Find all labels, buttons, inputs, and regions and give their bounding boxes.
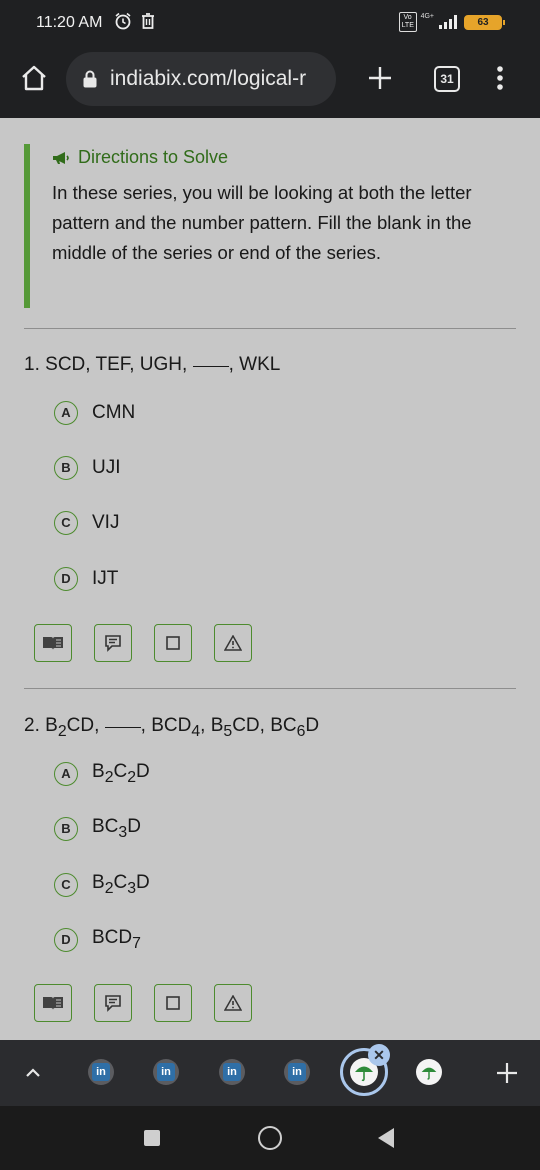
answer-blank <box>192 366 229 367</box>
question-2: 2. B2CD, , BCD4, B5CD, BC6D <box>24 715 319 741</box>
option-text: CMN <box>92 402 136 423</box>
option-letter: D <box>54 928 78 952</box>
option-text: IJT <box>92 568 119 589</box>
alarm-icon <box>115 12 131 30</box>
home-nav-button[interactable] <box>258 1126 282 1150</box>
warning-icon <box>224 995 242 1011</box>
option-d[interactable]: D IJT <box>54 566 118 592</box>
discuss-button[interactable] <box>94 624 132 662</box>
terms-rest: , BCD4, B5CD, BC6D <box>140 715 320 740</box>
comment-icon <box>105 635 121 652</box>
option-letter: A <box>54 762 78 786</box>
book-icon <box>43 997 63 1010</box>
directions-box: Directions to Solve In these series, you… <box>24 144 494 308</box>
system-nav-bar <box>0 1106 540 1170</box>
megaphone-icon <box>53 151 69 164</box>
question-1-tools <box>34 624 252 662</box>
option-b[interactable]: B UJI <box>54 455 121 481</box>
linkedin-icon: in <box>92 1063 110 1081</box>
tab-switcher-button[interactable]: 31 <box>434 66 460 92</box>
plus-icon[interactable] <box>364 62 396 94</box>
signal-icon <box>439 15 457 29</box>
question-text-start: SCD, TEF, UGH, <box>45 354 188 375</box>
question-2-tools <box>34 984 252 1022</box>
plus-icon[interactable] <box>494 1060 520 1086</box>
question-number: 1. <box>24 354 40 375</box>
status-icons-right: Vo LTE 4G+ 63 <box>398 12 505 32</box>
option-text: B2C3D <box>92 872 150 897</box>
network-type: 4G+ <box>420 12 434 20</box>
book-icon <box>43 637 63 650</box>
linkedin-icon: in <box>223 1063 241 1081</box>
overflow-menu-icon[interactable] <box>490 62 510 94</box>
linkedin-icon: in <box>288 1063 306 1081</box>
comment-icon <box>105 995 121 1012</box>
option-c[interactable]: C B2C3D <box>54 872 150 898</box>
linkedin-icon: in <box>157 1063 175 1081</box>
term-1: B2CD, <box>45 715 100 740</box>
recents-button[interactable] <box>144 1130 160 1146</box>
chevron-up-icon[interactable] <box>22 1062 44 1084</box>
option-a[interactable]: A B2C2D <box>54 761 150 787</box>
status-time: 11:20 AM <box>36 14 103 31</box>
trash-icon <box>142 13 154 29</box>
option-text: B2C2D <box>92 761 150 786</box>
tab-indiabix-2[interactable] <box>416 1059 442 1085</box>
report-button[interactable] <box>214 624 252 662</box>
option-text: UJI <box>92 457 121 478</box>
directions-title-text: Directions to Solve <box>78 147 229 167</box>
option-b[interactable]: B BC3D <box>54 816 141 842</box>
back-button[interactable] <box>378 1128 394 1148</box>
question-text-end: , WKL <box>228 354 281 375</box>
workspace-button[interactable] <box>154 984 192 1022</box>
option-text: BC3D <box>92 816 141 841</box>
option-letter: B <box>54 456 78 480</box>
option-letter: D <box>54 567 78 591</box>
book-button[interactable] <box>34 624 72 662</box>
option-d[interactable]: D BCD7 <box>54 927 141 953</box>
option-c[interactable]: C VIJ <box>54 510 119 536</box>
status-bar: 11:20 AM Vo LTE 4G+ 63 <box>0 0 540 46</box>
home-icon[interactable] <box>18 62 50 94</box>
tab-strip: in in in in ✕ <box>0 1040 540 1106</box>
option-letter: C <box>54 873 78 897</box>
book-button[interactable] <box>34 984 72 1022</box>
divider <box>24 688 516 689</box>
question-number: 2. <box>24 715 40 736</box>
battery-indicator: 63 <box>464 14 505 30</box>
answer-blank <box>104 727 141 728</box>
directions-title: Directions to Solve <box>52 147 494 168</box>
tab-linkedin-2[interactable]: in <box>153 1059 179 1085</box>
browser-toolbar: indiabix.com/logical-r 31 <box>0 46 540 118</box>
option-a[interactable]: A CMN <box>54 400 135 426</box>
status-icons-left <box>114 12 156 30</box>
report-button[interactable] <box>214 984 252 1022</box>
option-text: BCD7 <box>92 927 141 952</box>
lock-icon <box>83 70 97 88</box>
page-content: Directions to Solve In these series, you… <box>0 118 540 1040</box>
divider <box>24 328 516 329</box>
tab-linkedin-3[interactable]: in <box>219 1059 245 1085</box>
square-icon <box>166 636 180 650</box>
directions-text: In these series, you will be looking at … <box>52 182 472 263</box>
option-letter: C <box>54 511 78 535</box>
close-tab-icon[interactable]: ✕ <box>368 1044 390 1066</box>
url-text: indiabix.com/logical-r <box>110 67 307 90</box>
option-letter: B <box>54 817 78 841</box>
volte-badge: Vo LTE <box>398 12 417 32</box>
question-1: 1. SCD, TEF, UGH, , WKL <box>24 354 280 376</box>
address-bar[interactable]: indiabix.com/logical-r <box>66 52 336 106</box>
square-icon <box>166 996 180 1010</box>
umbrella-icon <box>421 1067 437 1080</box>
tab-linkedin-1[interactable]: in <box>88 1059 114 1085</box>
option-letter: A <box>54 401 78 425</box>
workspace-button[interactable] <box>154 624 192 662</box>
option-text: VIJ <box>92 512 120 533</box>
tab-linkedin-4[interactable]: in <box>284 1059 310 1085</box>
discuss-button[interactable] <box>94 984 132 1022</box>
warning-icon <box>224 635 242 651</box>
